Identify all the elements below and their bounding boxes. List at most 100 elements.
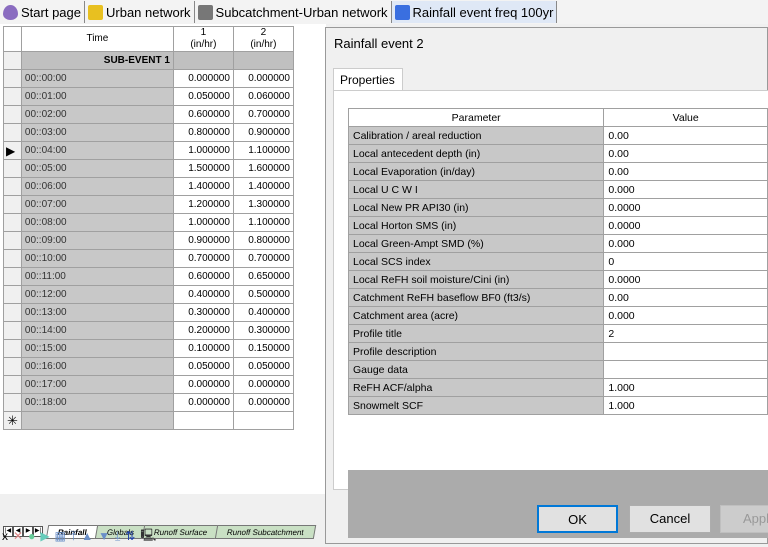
property-value[interactable]: 0.000 xyxy=(603,306,768,325)
value-cell[interactable]: 0.000000 xyxy=(232,69,294,88)
value-cell[interactable]: 1.300000 xyxy=(232,195,294,214)
apply-button[interactable]: Apply xyxy=(720,505,768,533)
property-value[interactable]: 0.000 xyxy=(603,180,768,199)
doc-tab[interactable]: Rainfall event freq 100yr xyxy=(391,1,558,23)
row-header[interactable] xyxy=(3,267,22,286)
col-parameter-header[interactable]: Parameter xyxy=(347,108,605,127)
row-header[interactable]: ▶ xyxy=(3,141,22,160)
col-time-header[interactable]: Time xyxy=(20,26,174,52)
property-value[interactable]: 2 xyxy=(603,324,768,343)
col-1-header[interactable]: 1 (in/hr) xyxy=(172,26,234,52)
time-cell[interactable]: 00::15:00 xyxy=(20,339,174,358)
row-header[interactable] xyxy=(3,303,22,322)
value-cell[interactable]: 0.000000 xyxy=(232,375,294,394)
doc-tab[interactable]: Urban network xyxy=(85,1,195,23)
row-header[interactable] xyxy=(3,213,22,232)
row-header[interactable] xyxy=(3,159,22,178)
property-value[interactable]: 0 xyxy=(603,252,768,271)
value-cell[interactable]: 0.500000 xyxy=(232,285,294,304)
value-cell[interactable]: 0.150000 xyxy=(232,339,294,358)
row-header[interactable] xyxy=(3,249,22,268)
time-cell[interactable]: 00::10:00 xyxy=(20,249,174,268)
property-value[interactable]: 0.0000 xyxy=(603,198,768,217)
value-cell[interactable]: 0.060000 xyxy=(232,87,294,106)
property-value[interactable]: 0.00 xyxy=(603,162,768,181)
value-cell[interactable]: 0.000000 xyxy=(172,69,234,88)
row-header[interactable] xyxy=(3,87,22,106)
property-value[interactable]: 0.0000 xyxy=(603,270,768,289)
tab-properties[interactable]: Properties xyxy=(333,68,403,91)
time-cell[interactable]: 00::17:00 xyxy=(20,375,174,394)
value-cell[interactable]: 0.700000 xyxy=(232,249,294,268)
value-cell[interactable]: 0.400000 xyxy=(232,303,294,322)
value-cell[interactable]: 0.800000 xyxy=(172,123,234,142)
value-cell[interactable]: 0.400000 xyxy=(172,285,234,304)
new-row-icon[interactable]: ✳ xyxy=(3,411,22,430)
value-cell[interactable]: 0.650000 xyxy=(232,267,294,286)
value-cell[interactable]: 0.000000 xyxy=(172,375,234,394)
time-cell[interactable]: 00::04:00 xyxy=(20,141,174,160)
row-header[interactable] xyxy=(3,375,22,394)
value-cell[interactable]: 0.000000 xyxy=(232,393,294,412)
ok-button[interactable]: OK xyxy=(537,505,618,533)
value-cell[interactable]: 0.050000 xyxy=(172,357,234,376)
row-header[interactable] xyxy=(3,285,22,304)
time-cell[interactable]: 00::18:00 xyxy=(20,393,174,412)
value-cell[interactable]: 0.300000 xyxy=(172,303,234,322)
value-cell[interactable]: 0.000000 xyxy=(172,393,234,412)
computer-icon[interactable]: 🖳 xyxy=(140,526,156,547)
row-header[interactable] xyxy=(3,69,22,88)
move-bottom-icon[interactable]: ⤓ xyxy=(115,529,120,544)
value-cell[interactable]: 0.050000 xyxy=(232,357,294,376)
value-cell[interactable]: 1.600000 xyxy=(232,159,294,178)
property-value[interactable]: 1.000 xyxy=(603,378,768,397)
time-cell[interactable]: 00::09:00 xyxy=(20,231,174,250)
row-header[interactable] xyxy=(3,231,22,250)
row-header[interactable] xyxy=(3,393,22,412)
property-value[interactable]: 0.00 xyxy=(603,144,768,163)
new-row[interactable]: ✳ xyxy=(3,411,294,430)
move-down-icon[interactable]: ▼ xyxy=(98,529,110,543)
value-cell[interactable]: 1.100000 xyxy=(232,141,294,160)
record-icon[interactable]: ● xyxy=(28,529,35,543)
property-value[interactable]: 1.000 xyxy=(603,396,768,415)
value-cell[interactable]: 1.400000 xyxy=(232,177,294,196)
value-cell[interactable]: 1.200000 xyxy=(172,195,234,214)
value-cell[interactable]: 0.700000 xyxy=(172,249,234,268)
value-cell[interactable]: 0.100000 xyxy=(172,339,234,358)
value-cell[interactable]: 1.500000 xyxy=(172,159,234,178)
row-header[interactable] xyxy=(3,357,22,376)
value-cell[interactable]: 0.900000 xyxy=(172,231,234,250)
row-header[interactable] xyxy=(3,339,22,358)
time-cell[interactable]: 00::02:00 xyxy=(20,105,174,124)
doc-tab[interactable]: Subcatchment-Urban network xyxy=(195,1,392,23)
time-cell[interactable]: 00::00:00 xyxy=(20,69,174,88)
property-value[interactable] xyxy=(603,342,768,361)
doc-tab[interactable]: Start page xyxy=(0,1,85,23)
property-value[interactable]: 0.00 xyxy=(603,288,768,307)
property-value[interactable] xyxy=(603,360,768,379)
time-cell[interactable]: 00::12:00 xyxy=(20,285,174,304)
time-cell[interactable]: 00::03:00 xyxy=(20,123,174,142)
time-cell[interactable]: 00::06:00 xyxy=(20,177,174,196)
close-icon[interactable]: x xyxy=(2,529,8,543)
time-cell[interactable]: 00::07:00 xyxy=(20,195,174,214)
cell[interactable] xyxy=(20,411,174,430)
value-cell[interactable]: 1.400000 xyxy=(172,177,234,196)
time-cell[interactable]: 00::05:00 xyxy=(20,159,174,178)
time-cell[interactable]: 00::16:00 xyxy=(20,357,174,376)
time-cell[interactable]: 00::13:00 xyxy=(20,303,174,322)
value-cell[interactable]: 0.800000 xyxy=(232,231,294,250)
time-cell[interactable]: 00::14:00 xyxy=(20,321,174,340)
refresh-icon[interactable]: ⇅ xyxy=(125,529,135,543)
row-header[interactable] xyxy=(3,195,22,214)
value-cell[interactable]: 0.600000 xyxy=(172,105,234,124)
value-cell[interactable]: 1.100000 xyxy=(232,213,294,232)
delete-icon[interactable]: ✕ xyxy=(13,529,23,543)
move-top-icon[interactable]: ⤒ xyxy=(71,529,76,544)
row-header[interactable] xyxy=(3,123,22,142)
row-header[interactable] xyxy=(3,177,22,196)
cell[interactable] xyxy=(172,411,234,430)
value-cell[interactable]: 0.900000 xyxy=(232,123,294,142)
col-2-header[interactable]: 2 (in/hr) xyxy=(232,26,294,52)
